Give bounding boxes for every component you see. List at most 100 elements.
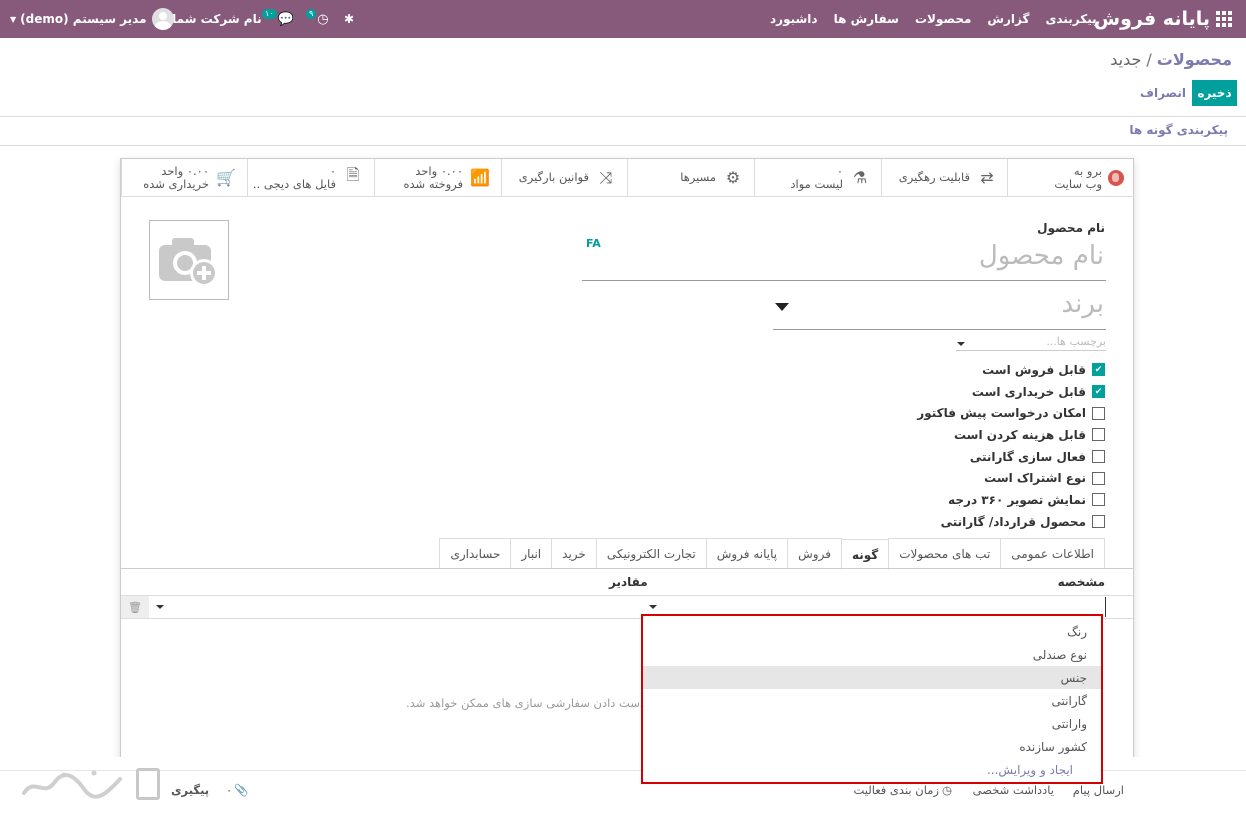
dropdown-item-seat-type[interactable]: نوع صندلی <box>643 643 1101 666</box>
tags-dropdown-caret-icon[interactable] <box>957 342 965 346</box>
followers-count: ۰ <box>226 783 233 797</box>
checkbox-box[interactable] <box>1092 428 1105 442</box>
watermark-logo <box>20 764 165 804</box>
putaway-rules-smart-button[interactable]: قوانین بارگیری ⤨ <box>501 159 627 197</box>
traceability-smart-button[interactable]: قابلیت رهگیری ⇄ <box>881 159 1008 197</box>
tab-general-info[interactable]: اطلاعات عمومی <box>1000 538 1105 569</box>
dropdown-item-color[interactable]: رنگ <box>643 620 1101 643</box>
tab-variants[interactable]: گونه <box>840 539 890 570</box>
followers-button[interactable]: 📎 ۰ <box>226 783 249 797</box>
discard-button[interactable]: انصراف <box>1138 80 1188 106</box>
globe-icon <box>1108 169 1124 186</box>
save-button[interactable]: ذخیره <box>1192 80 1237 106</box>
brand-select[interactable]: برند <box>773 289 1106 330</box>
chat-badge: ۱۰ <box>262 9 277 19</box>
checkbox-quotation[interactable]: امکان درخواست پیش فاکتور <box>917 402 1105 424</box>
comments-icon: 💬 <box>277 11 294 27</box>
dropdown-item-warranty[interactable]: وارانتی <box>643 712 1101 735</box>
company-switcher[interactable]: ▼ نام شرکت شما <box>160 0 262 38</box>
dropdown-create-edit[interactable]: ایجاد و ویرایش... <box>643 758 1101 781</box>
flask-icon: ⚗ <box>852 168 868 187</box>
checkbox-expensable[interactable]: قابل هزینه کردن است <box>917 424 1105 446</box>
menu-item-configuration[interactable]: پیکربندی <box>1045 12 1096 26</box>
checkbox-box[interactable] <box>1092 406 1105 420</box>
bom-count: ۰ <box>836 163 843 178</box>
tab-product-tabs[interactable]: تب های محصولات <box>888 538 1002 569</box>
breadcrumb-products-link[interactable]: محصولات <box>1157 50 1232 69</box>
user-menu[interactable]: ▼ مدیر سیستم (demo) <box>10 0 174 38</box>
dropdown-item-guarantee[interactable]: گارانتی <box>643 689 1101 712</box>
messaging-button[interactable]: ۱۰ 💬 <box>262 0 294 38</box>
checkbox-sale-ok[interactable]: ✔ قابل فروش است <box>917 359 1105 381</box>
digital-files-smart-button[interactable]: ۰ فایل های دیجی .. 🗎 <box>247 159 374 197</box>
tags-input[interactable]: برچسب ها... <box>956 335 1106 351</box>
bom-smart-button[interactable]: ۰ لیست مواد ⚗ <box>754 159 881 197</box>
checkbox-box[interactable] <box>1092 450 1105 464</box>
website-button-line1: برو به <box>1073 163 1102 178</box>
tab-sales[interactable]: فروش <box>787 538 842 569</box>
log-note-button[interactable]: یادداشت شخصی <box>973 783 1054 797</box>
send-message-button[interactable]: ارسال پیام <box>1073 783 1124 797</box>
checkbox-subscription[interactable]: نوع اشتراک است <box>917 467 1105 489</box>
checkbox-box[interactable] <box>1092 493 1105 507</box>
checkbox-label: نوع اشتراک است <box>984 471 1086 486</box>
tab-purchase[interactable]: خرید <box>551 538 597 569</box>
trash-icon[interactable]: 🗑 <box>121 596 149 618</box>
product-name-input[interactable]: نام محصول <box>582 241 1106 281</box>
checkbox-label: محصول قرارداد/ گارانتی <box>940 514 1086 529</box>
checkbox-box[interactable] <box>1092 471 1105 485</box>
configure-variants-button[interactable]: پیکربندی گونه ها <box>1129 123 1228 137</box>
schedule-activity-button[interactable]: ◷ زمان بندی فعالیت <box>853 783 952 797</box>
putaway-button-label: قوانین بارگیری <box>518 170 589 184</box>
attribute-dropdown-caret-icon[interactable] <box>649 605 657 609</box>
random-icon: ⤨ <box>599 167 613 187</box>
sold-smart-button[interactable]: ۰.۰۰ واحد فروخته شده 📶 <box>374 159 501 197</box>
dropdown-item-country[interactable]: کشور سازنده <box>643 735 1101 758</box>
clock-icon: ◷ <box>317 11 329 27</box>
divider <box>0 116 1246 117</box>
row-divider <box>121 595 1133 596</box>
product-flags: ✔ قابل فروش است ✔ قابل خریداری است امکان د… <box>917 359 1105 533</box>
attribute-autocomplete-dropdown: رنگ نوع صندلی جنس گارانتی وارانتی کشور س… <box>641 614 1103 784</box>
routes-button-label: مسیرها <box>680 170 716 184</box>
tab-inventory[interactable]: انبار <box>510 538 553 569</box>
checkbox-label: نمایش تصویر ۳۶۰ درجه <box>948 492 1086 507</box>
website-smart-button[interactable]: برو به وب سایت <box>1007 159 1134 197</box>
checkbox-label: قابل فروش است <box>982 362 1086 377</box>
column-header-values: مقادیر <box>609 575 648 589</box>
check-icon[interactable]: ✔ <box>1092 385 1105 399</box>
checkbox-warranty[interactable]: فعال سازی گارانتی <box>917 446 1105 468</box>
menu-item-products[interactable]: محصولات <box>915 12 971 26</box>
check-icon[interactable]: ✔ <box>1092 363 1105 377</box>
purchased-smart-button[interactable]: ۰.۰۰ واحد خریداری شده 🛒 <box>121 159 247 197</box>
tab-ecommerce[interactable]: تجارت الکترونیکی <box>595 538 707 569</box>
values-dropdown-caret-icon[interactable] <box>156 605 164 609</box>
watermark-script-icon <box>22 770 122 799</box>
follow-button[interactable]: پیگیری <box>171 783 209 797</box>
debug-bug-icon[interactable]: ✱ <box>344 0 354 38</box>
product-image-upload[interactable] <box>149 220 229 300</box>
breadcrumb-separator: / <box>1146 50 1152 69</box>
checkbox-contract[interactable]: محصول قرارداد/ گارانتی <box>917 511 1105 533</box>
column-header-attribute: مشخصه <box>1057 575 1105 589</box>
tab-accounting[interactable]: حسابداری <box>439 538 512 569</box>
menu-item-reporting[interactable]: گزارش <box>987 12 1029 26</box>
tab-pos[interactable]: پایانه فروش <box>705 538 789 569</box>
checkbox-box[interactable] <box>1092 515 1105 529</box>
checkbox-label: قابل خریداری است <box>971 384 1086 399</box>
brand-dropdown-caret-icon[interactable] <box>775 303 789 311</box>
routes-smart-button[interactable]: مسیرها ⚙ <box>627 159 754 197</box>
digital-files-count: ۰ <box>329 163 336 178</box>
user-name: مدیر سیستم (demo) <box>20 12 147 26</box>
menu-item-orders[interactable]: سفارش ها <box>834 12 899 26</box>
bom-button-label: لیست مواد <box>790 176 843 191</box>
activity-button[interactable]: ۹ ◷ <box>306 0 329 38</box>
exchange-icon: ⇄ <box>980 168 994 187</box>
apps-menu-icon[interactable] <box>1216 0 1238 38</box>
file-icon: 🗎 <box>346 165 360 184</box>
checkbox-purchase-ok[interactable]: ✔ قابل خریداری است <box>917 381 1105 403</box>
avatar <box>151 8 174 30</box>
dropdown-item-material[interactable]: جنس <box>643 666 1101 689</box>
menu-item-dashboard[interactable]: داشبورد <box>770 12 818 26</box>
checkbox-360-view[interactable]: نمایش تصویر ۳۶۰ درجه <box>917 489 1105 511</box>
